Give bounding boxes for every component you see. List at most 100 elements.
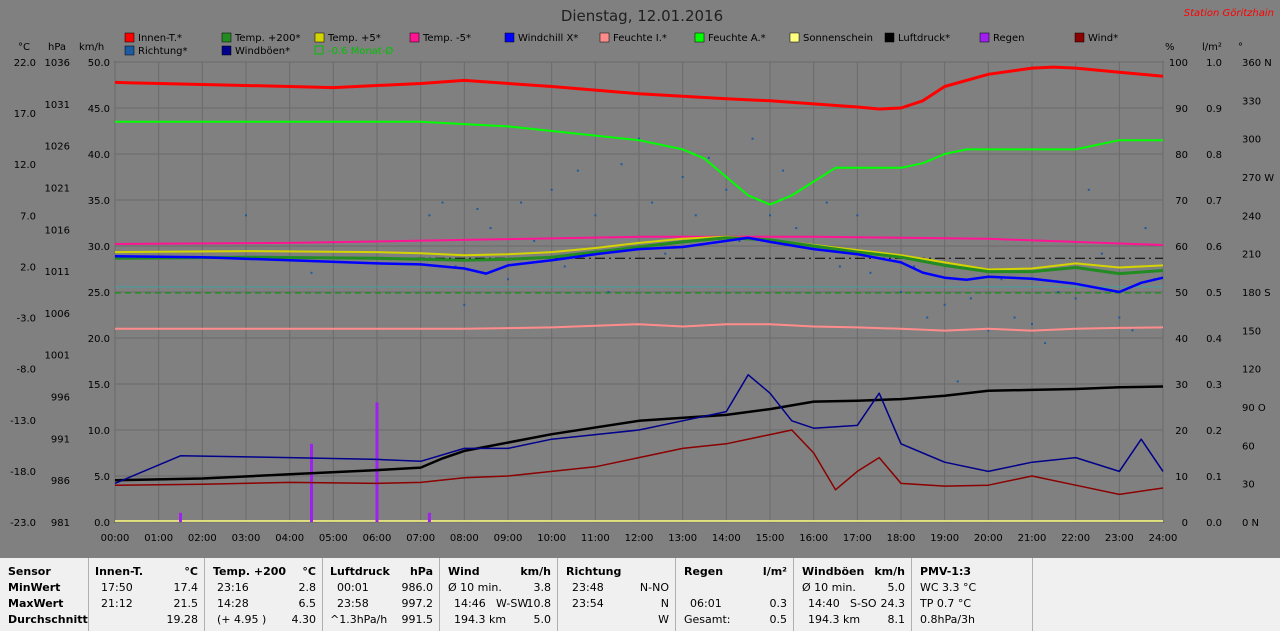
regen-r3-value: 0.5 — [769, 613, 788, 626]
tick-time: 06:00 — [363, 533, 392, 544]
unit-kmh: km/h — [79, 42, 104, 53]
tick-time: 04:00 — [275, 533, 304, 544]
direction-point — [463, 303, 466, 306]
direction-point — [594, 214, 597, 217]
temp200-avg: 4.30 — [291, 613, 317, 626]
tick-celsius: 2.0 — [20, 262, 36, 273]
rain-bar — [179, 512, 182, 522]
direction-point — [563, 265, 566, 268]
tick-time: 10:00 — [537, 533, 566, 544]
pmv-r2: TP 0.7 °C — [920, 597, 972, 610]
direction-point — [943, 303, 946, 306]
unit-lm2: l/m² — [1202, 42, 1222, 53]
boeen-r2-value: 24.3 — [880, 597, 906, 610]
direction-point — [428, 214, 431, 217]
tick-percent: 40 — [1175, 334, 1188, 345]
druck-min-time: 00:01 — [337, 581, 369, 594]
tick-hpa: 1031 — [45, 100, 70, 111]
tick-celsius: -18.0 — [10, 467, 36, 478]
row-label-sensor: Sensor — [8, 565, 51, 578]
druck-avg: 991.5 — [401, 613, 434, 626]
boeen-r2-dir: S-SO — [850, 597, 877, 610]
temp200-avg-note: (+ 4.95 ) — [217, 613, 267, 626]
tick-hpa: 1016 — [45, 225, 70, 236]
stats-col-boeen: Windböen km/h Ø 10 min. 5.0 14:40 S-SO 2… — [794, 558, 911, 631]
stats-col-pmv: PMV-1:3 WC 3.3 °C TP 0.7 °C 0.8hPa/3h — [912, 558, 1032, 631]
legend-label: Richtung* — [138, 46, 188, 57]
boeen-r1-label: Ø 10 min. — [802, 581, 856, 594]
tick-kmh: 20.0 — [88, 334, 110, 345]
boeen-title: Windböen — [802, 565, 865, 578]
tick-lm2: 0.2 — [1206, 426, 1222, 437]
wind-unit: km/h — [520, 565, 551, 578]
boeen-r3-value: 8.1 — [887, 613, 906, 626]
tick-time: 11:00 — [581, 533, 610, 544]
tick-lm2: 0.6 — [1206, 242, 1222, 253]
tick-time: 08:00 — [450, 533, 479, 544]
legend-label: Temp. +5* — [327, 33, 381, 44]
boeen-r1-value: 5.0 — [887, 581, 906, 594]
direction-point — [838, 265, 841, 268]
tick-direction: 240 — [1242, 211, 1261, 222]
direction-point — [795, 227, 798, 230]
direction-point — [310, 271, 313, 274]
legend-swatch — [221, 32, 232, 43]
tick-celsius: -13.0 — [10, 416, 36, 427]
tick-time: 14:00 — [712, 533, 741, 544]
wind-r2-time: 14:46 — [454, 597, 486, 610]
tick-time: 15:00 — [756, 533, 785, 544]
innen-avg: 19.28 — [166, 613, 199, 626]
druck-max-time: 23:58 — [337, 597, 369, 610]
tick-time: 03:00 — [232, 533, 261, 544]
direction-point — [441, 201, 444, 204]
tick-hpa: 1026 — [45, 142, 70, 153]
direction-point — [607, 291, 610, 293]
tick-time: 07:00 — [406, 533, 435, 544]
tick-time: 19:00 — [930, 533, 959, 544]
direction-point — [769, 214, 771, 217]
tick-hpa: 1021 — [45, 183, 70, 194]
tick-percent: 80 — [1175, 150, 1188, 161]
regen-r2-value: 0.3 — [769, 597, 788, 610]
row-label-min: MinWert — [8, 581, 61, 594]
legend-label: Luftdruck* — [898, 33, 950, 44]
tick-direction: 90 O — [1242, 403, 1266, 414]
temp200-min: 2.8 — [298, 581, 317, 594]
direction-point — [520, 201, 523, 204]
direction-point — [550, 188, 553, 191]
tick-time: 13:00 — [668, 533, 697, 544]
direction-point — [782, 169, 785, 172]
richtung-r1-time: 23:48 — [572, 581, 604, 594]
regen-unit: l/m² — [762, 565, 787, 578]
legend-swatch — [694, 32, 705, 43]
direction-point — [1144, 227, 1147, 230]
legend-label: Sonnenschein — [803, 33, 873, 44]
tick-percent: 100 — [1169, 58, 1188, 69]
innen-title: Innen-T. — [95, 565, 144, 578]
tick-kmh: 0.0 — [94, 518, 110, 529]
druck-unit: hPa — [409, 565, 433, 578]
tick-time: 21:00 — [1018, 533, 1047, 544]
druck-min: 986.0 — [401, 581, 434, 594]
tick-celsius: -23.0 — [10, 518, 36, 529]
temp200-min-time: 23:16 — [217, 581, 249, 594]
direction-point — [533, 239, 536, 242]
direction-point — [1044, 342, 1047, 345]
legend-label: -0.6 Monat-Ø — [328, 45, 393, 57]
tick-direction: 30 — [1242, 480, 1255, 491]
unit-celsius: °C — [18, 42, 30, 53]
tick-percent: 70 — [1175, 196, 1188, 207]
tick-time: 02:00 — [188, 533, 217, 544]
tick-celsius: 17.0 — [14, 109, 36, 120]
direction-point — [751, 137, 754, 140]
tick-celsius: 22.0 — [14, 58, 36, 69]
tick-kmh: 25.0 — [88, 288, 110, 299]
tick-hpa: 986 — [51, 476, 70, 487]
tick-time: 12:00 — [625, 533, 654, 544]
stats-col-temp200: Temp. +200 °C 23:16 2.8 14:28 6.5 (+ 4.9… — [205, 558, 322, 631]
innen-min-time: 17:50 — [101, 581, 133, 594]
tick-direction: 120 — [1242, 365, 1261, 376]
tick-direction: 180 S — [1242, 288, 1271, 299]
richtung-title: Richtung — [566, 565, 622, 578]
tick-direction: 360 N — [1242, 58, 1272, 69]
